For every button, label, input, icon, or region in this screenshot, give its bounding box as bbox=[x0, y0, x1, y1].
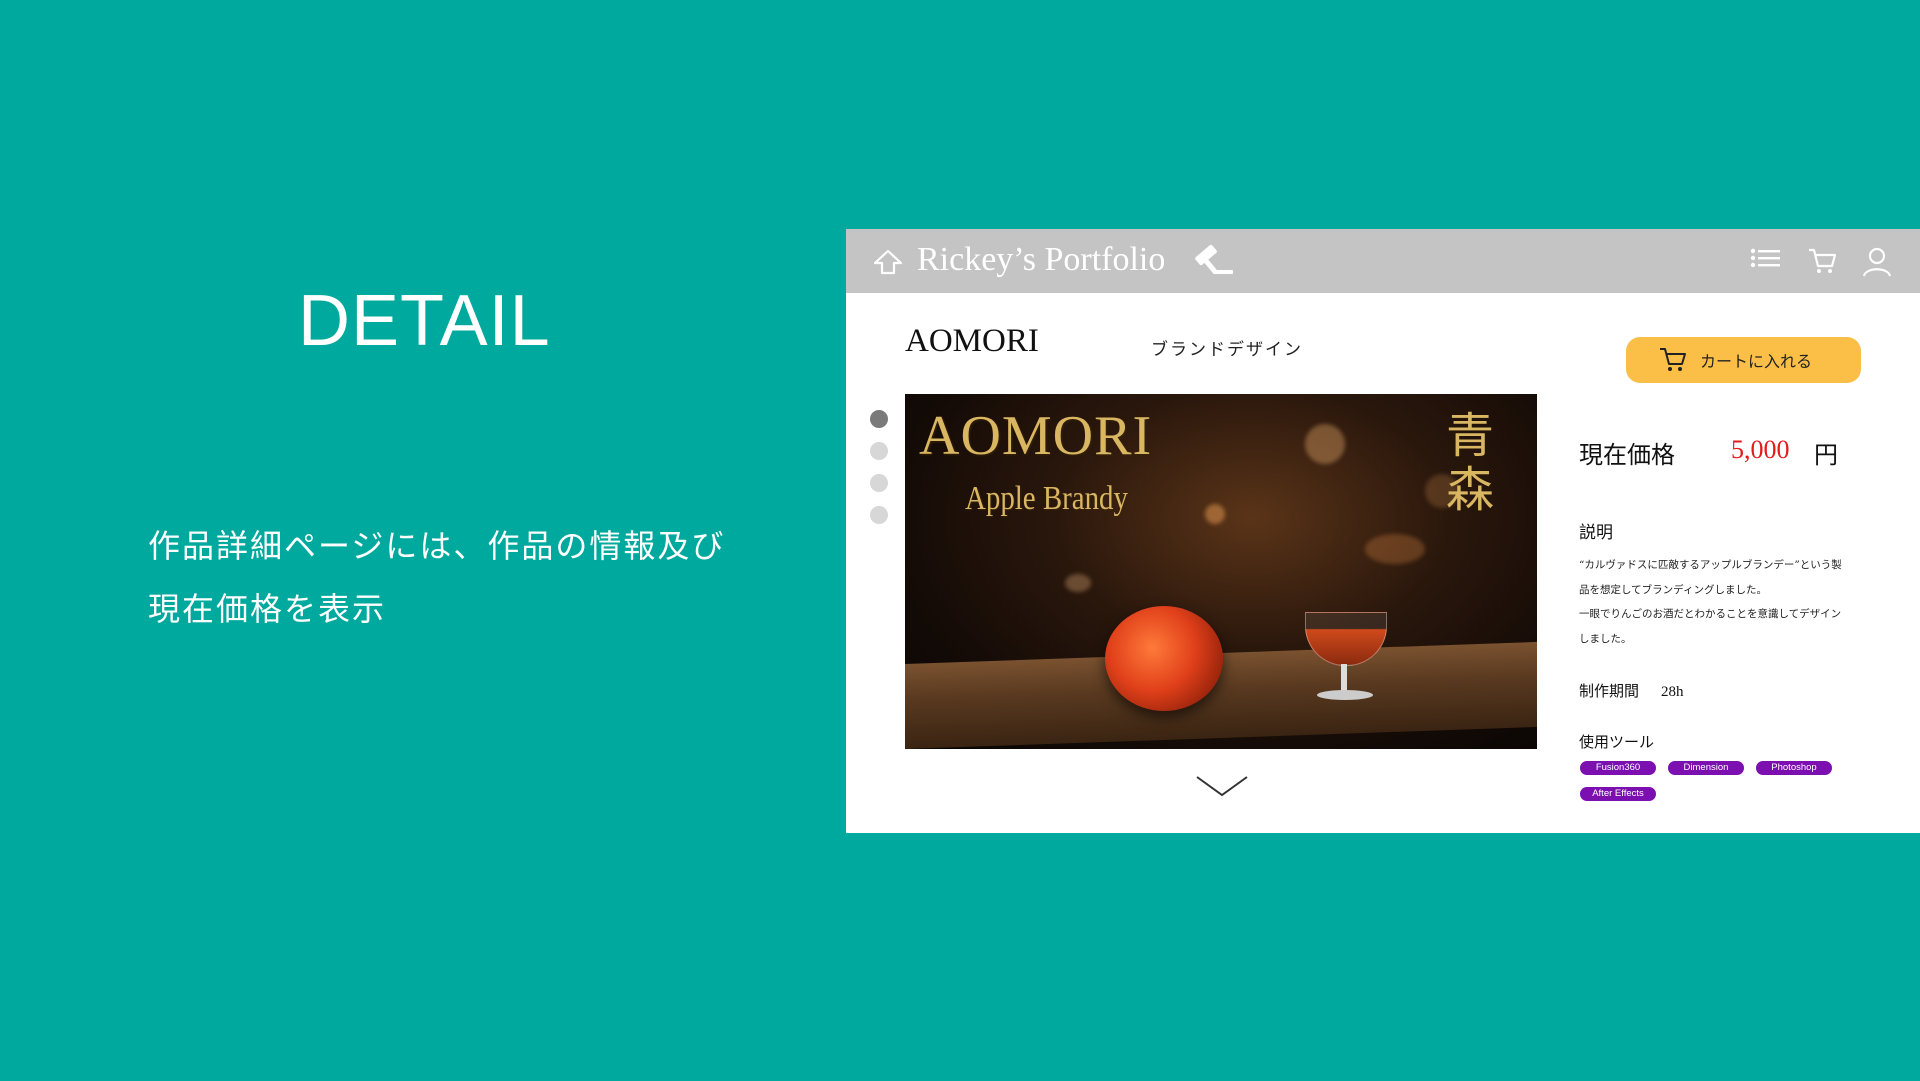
add-to-cart-label: カートに入れる bbox=[1700, 352, 1813, 371]
work-title: AOMORI bbox=[905, 323, 1039, 359]
home-icon[interactable] bbox=[872, 248, 904, 280]
slide-description-line: 現在価格を表示 bbox=[148, 590, 387, 628]
production-period: 制作期間 28h bbox=[1579, 680, 1684, 701]
description-text: “カルヴァドスに匹敵するアップルブランデー”という製 品を想定してブランディング… bbox=[1579, 553, 1869, 651]
site-header: Rickey’s Portfolio bbox=[846, 229, 1920, 293]
cart-icon[interactable] bbox=[1807, 247, 1837, 279]
tool-tag[interactable]: Fusion360 bbox=[1580, 761, 1656, 775]
hero-jp-title: 青森 bbox=[1445, 408, 1494, 518]
apple-bottle bbox=[1105, 606, 1223, 711]
tool-tag[interactable]: After Effects bbox=[1580, 787, 1656, 801]
chevron-down-icon[interactable] bbox=[1194, 773, 1250, 805]
description-line: 品を想定してブランディングしました。 bbox=[1579, 583, 1767, 596]
price-unit: 円 bbox=[1814, 441, 1838, 469]
cart-icon bbox=[1658, 346, 1688, 376]
work-category: ブランドデザイン bbox=[1151, 340, 1303, 360]
user-icon[interactable] bbox=[1862, 247, 1892, 281]
period-label: 制作期間 bbox=[1579, 682, 1640, 700]
slide-title: DETAIL bbox=[298, 281, 551, 361]
tools-heading: 使用ツール bbox=[1579, 733, 1655, 751]
description-line: 一眼でりんごのお酒だとわかることを意識してデザイン bbox=[1579, 608, 1842, 620]
carousel-dot[interactable] bbox=[870, 474, 888, 492]
site-mockup-window: Rickey’s Portfolio AOMORI ブランドデザイン カートに入… bbox=[846, 229, 1920, 833]
description-line: “カルヴァドスに匹敵するアップルブランデー”という製 bbox=[1579, 559, 1842, 571]
carousel-dot[interactable] bbox=[870, 442, 888, 460]
slide-description: 作品詳細ページには、作品の情報及び 現在価格を表示 bbox=[148, 515, 788, 641]
period-value: 28h bbox=[1661, 684, 1684, 700]
work-hero-image: AOMORI Apple Brandy 青森 bbox=[905, 394, 1537, 749]
tool-tag[interactable]: Photoshop bbox=[1756, 761, 1832, 775]
price-label: 現在価格 bbox=[1579, 441, 1675, 469]
add-to-cart-button[interactable]: カートに入れる bbox=[1626, 337, 1861, 383]
description-line: しました。 bbox=[1579, 632, 1632, 645]
description-heading: 説明 bbox=[1579, 523, 1613, 543]
hero-subtitle: Apple Brandy bbox=[965, 480, 1128, 517]
slide-description-line: 作品詳細ページには、作品の情報及び bbox=[148, 527, 726, 565]
glass-foot bbox=[1317, 690, 1373, 700]
hero-title: AOMORI bbox=[919, 405, 1153, 467]
price-value: 5,000 bbox=[1731, 435, 1790, 464]
menu-list-icon[interactable] bbox=[1750, 247, 1782, 277]
gavel-icon bbox=[1189, 236, 1237, 286]
carousel-dot[interactable] bbox=[870, 506, 888, 524]
carousel-dot[interactable] bbox=[870, 410, 888, 428]
tool-tag[interactable]: Dimension bbox=[1668, 761, 1744, 775]
glass-stem bbox=[1341, 664, 1347, 692]
site-name[interactable]: Rickey’s Portfolio bbox=[917, 240, 1165, 280]
